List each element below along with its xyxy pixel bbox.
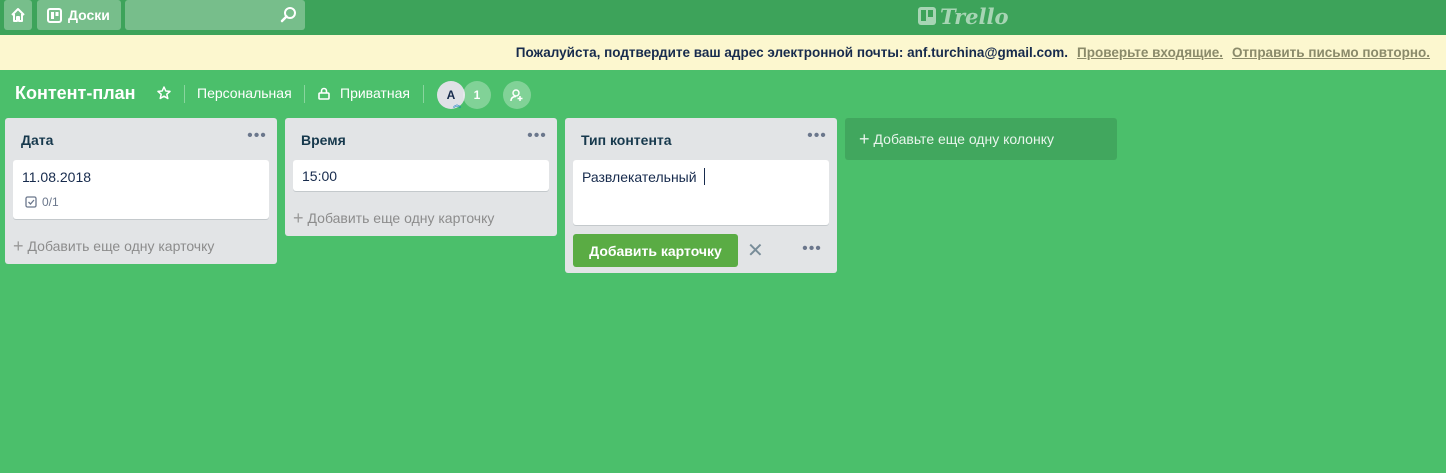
- add-card-label: Добавить еще одну карточку: [27, 238, 215, 254]
- more-icon[interactable]: •••: [805, 126, 829, 146]
- card-composer-textarea[interactable]: Развлекательный: [573, 160, 829, 225]
- resend-email-link[interactable]: Отправить письмо повторно.: [1232, 45, 1430, 60]
- list-title[interactable]: Дата: [21, 132, 53, 148]
- search-box[interactable]: [125, 0, 305, 30]
- add-list-button[interactable]: + Добавьте еще одну колонку: [845, 118, 1117, 160]
- add-list-label: Добавьте еще одну колонку: [873, 131, 1054, 147]
- card[interactable]: 11.08.2018 0/1: [13, 160, 269, 219]
- list-content-type: Тип контента ••• Развлекательный Добавит…: [565, 118, 837, 273]
- search-input[interactable]: [125, 0, 291, 30]
- list-title[interactable]: Тип контента: [581, 132, 672, 148]
- home-icon: [10, 7, 26, 23]
- admin-chevron-icon: ︽: [453, 100, 461, 109]
- more-icon[interactable]: •••: [245, 126, 269, 146]
- card-title: 11.08.2018: [22, 169, 92, 185]
- plus-icon: +: [293, 208, 304, 228]
- add-member-icon: [510, 88, 524, 102]
- banner-message: Пожалуйста, подтвердите ваш адрес электр…: [515, 45, 1069, 60]
- boards-icon: [47, 7, 62, 23]
- visibility-button[interactable]: Приватная: [318, 85, 410, 101]
- divider: [184, 85, 185, 103]
- list-time: Время ••• 15:00 + Добавить еще одну карт…: [285, 118, 557, 236]
- card-composer-text: Развлекательный: [582, 169, 697, 185]
- divider: [304, 85, 305, 103]
- boards-button[interactable]: Доски: [37, 0, 121, 30]
- plus-icon: +: [859, 129, 870, 149]
- add-member-button[interactable]: [503, 81, 531, 109]
- boards-label: Доски: [68, 7, 110, 23]
- checklist-icon: [25, 196, 37, 208]
- add-card-button[interactable]: + Добавить еще одну карточку: [13, 237, 214, 255]
- add-card-submit-button[interactable]: Добавить карточку: [573, 234, 738, 267]
- more-icon[interactable]: •••: [800, 239, 824, 259]
- list-title[interactable]: Время: [301, 132, 346, 148]
- card-title: 15:00: [302, 168, 338, 184]
- search-icon[interactable]: [280, 6, 297, 26]
- email-confirmation-banner: Пожалуйста, подтвердите ваш адрес электр…: [0, 35, 1446, 70]
- trello-logo[interactable]: Trello: [918, 3, 1009, 29]
- card[interactable]: 15:00: [293, 160, 549, 191]
- text-cursor: [704, 168, 705, 185]
- top-header: Доски Trello: [0, 0, 1446, 35]
- more-icon[interactable]: •••: [525, 126, 549, 146]
- list-date: Дата ••• 11.08.2018 0/1 + Добавить еще о…: [5, 118, 277, 264]
- star-icon[interactable]: [157, 86, 171, 100]
- check-inbox-link[interactable]: Проверьте входящие.: [1077, 45, 1223, 60]
- member-count-badge[interactable]: 1: [463, 81, 491, 109]
- plus-icon: +: [13, 236, 24, 256]
- checklist-badge: 0/1: [25, 195, 59, 209]
- close-icon[interactable]: ✕: [747, 241, 764, 261]
- checklist-count: 0/1: [42, 195, 59, 209]
- lock-icon: [318, 87, 330, 100]
- board-title[interactable]: Контент-план: [15, 83, 136, 104]
- trello-logo-icon: [918, 7, 936, 25]
- team-button[interactable]: Персональная: [197, 85, 292, 101]
- home-button[interactable]: [4, 0, 32, 30]
- add-card-button[interactable]: + Добавить еще одну карточку: [293, 209, 494, 227]
- member-count: 1: [473, 88, 481, 102]
- divider: [423, 85, 424, 103]
- add-card-label: Добавить еще одну карточку: [307, 210, 495, 226]
- visibility-label: Приватная: [340, 85, 410, 101]
- trello-logo-text: Trello: [940, 3, 1009, 29]
- board-header: Контент-план Персональная Приватная A ︽ …: [0, 70, 1446, 118]
